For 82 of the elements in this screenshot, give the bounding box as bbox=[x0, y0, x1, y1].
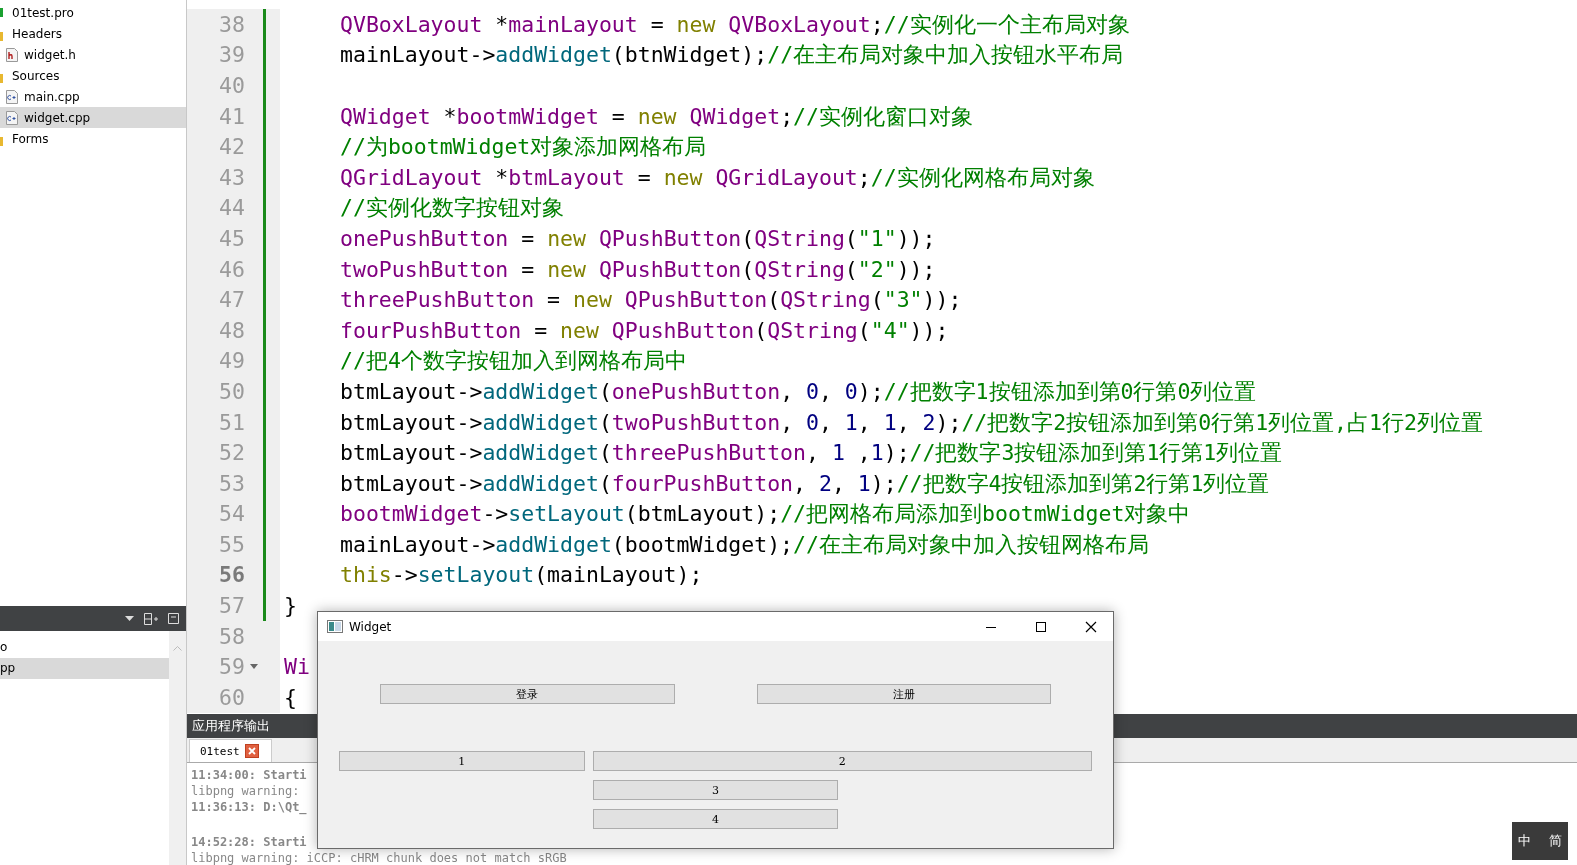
code-line: QGridLayout *btmLayout = new QGridLayout;//实例化网格布局对象 bbox=[340, 163, 1095, 192]
push-button[interactable]: 登录 bbox=[380, 684, 675, 704]
line-number: 44 bbox=[218, 195, 245, 221]
code-line: fourPushButton = new QPushButton(QString("4")); bbox=[340, 317, 949, 343]
code-line: } bbox=[284, 593, 297, 619]
line-number: 60 bbox=[218, 684, 245, 710]
code-line: threePushButton = new QPushButton(QString("3")); bbox=[340, 287, 962, 313]
pane-title: 应用程序输出 bbox=[192, 717, 270, 735]
code-line: btmLayout->addWidget(fourPushButton, 2, 1);//把数字4按钮添加到第2行第1列位置 bbox=[340, 469, 1270, 498]
line-number: 43 bbox=[218, 164, 245, 190]
dropdown-caret-icon[interactable] bbox=[125, 616, 134, 621]
number-button[interactable]: 1 bbox=[339, 751, 585, 771]
line-number: 52 bbox=[218, 440, 245, 466]
code-line: { bbox=[284, 684, 297, 710]
number-button[interactable]: 4 bbox=[592, 809, 839, 829]
number-button[interactable]: 3 bbox=[592, 780, 839, 800]
code-line: Wi bbox=[284, 654, 310, 680]
line-number: 45 bbox=[218, 225, 245, 251]
log-line: libpng warning: bbox=[191, 783, 300, 799]
line-number: 48 bbox=[218, 317, 245, 343]
window-title: Widget bbox=[349, 619, 392, 634]
log-line: libpng warning: iCCP: cHRM chunk does not match sRGB bbox=[191, 850, 567, 865]
code-line: QWidget *bootmWidget = new QWidget;//实例化窗口对象 bbox=[340, 102, 973, 131]
tree-item[interactable]: 01test.pro bbox=[0, 2, 186, 23]
line-number: 41 bbox=[218, 103, 245, 129]
open-document-item[interactable]: o bbox=[0, 637, 169, 658]
tree-item[interactable]: Headers bbox=[0, 23, 186, 44]
folder-icon bbox=[0, 32, 3, 41]
cpp-file-icon bbox=[6, 110, 18, 125]
line-number: 42 bbox=[218, 134, 245, 160]
close-pane-icon[interactable] bbox=[168, 613, 179, 624]
header-file-icon bbox=[6, 47, 18, 62]
code-line: mainLayout->addWidget(bootmWidget);//在主布局对象中加入按钮网格布局 bbox=[340, 530, 1149, 559]
code-line: //把4个数字按钮加入到网格布局中 bbox=[340, 347, 687, 376]
project-icon bbox=[0, 8, 3, 17]
line-number: 54 bbox=[218, 501, 245, 527]
output-tab[interactable]: 01test bbox=[189, 739, 272, 762]
line-number: 46 bbox=[218, 256, 245, 282]
code-line: btmLayout->addWidget(onePushButton, 0, 0);//把数字1按钮添加到第0行第0列位置 bbox=[340, 377, 1257, 406]
app-icon bbox=[327, 620, 343, 633]
line-number: 47 bbox=[218, 287, 245, 313]
code-line: QVBoxLayout *mainLayout = new QVBoxLayout;//实例化一个主布局对象 bbox=[340, 10, 1130, 39]
code-line: //实例化数字按钮对象 bbox=[340, 194, 564, 223]
line-number: 49 bbox=[218, 348, 245, 374]
code-line: bootmWidget->setLayout(btmLayout);//把网格布局添加到bootmWidget对象中 bbox=[340, 500, 1191, 529]
code-line: twoPushButton = new QPushButton(QString("2")); bbox=[340, 256, 936, 282]
open-document-item[interactable]: pp bbox=[0, 658, 169, 679]
code-line: mainLayout->addWidget(btnWidget);//在主布局对象中加入按钮水平布局 bbox=[340, 41, 1124, 70]
split-icon[interactable] bbox=[144, 612, 158, 625]
folder-icon bbox=[0, 137, 3, 146]
code-line: //为bootmWidget对象添加网格布局 bbox=[340, 133, 707, 162]
tree-item[interactable]: Forms bbox=[0, 128, 186, 149]
line-number: 39 bbox=[218, 42, 245, 68]
cpp-file-icon bbox=[6, 89, 18, 104]
maximize-icon[interactable] bbox=[1035, 620, 1047, 633]
line-number: 38 bbox=[218, 11, 245, 37]
ime-indicator[interactable]: 中 简 bbox=[1512, 822, 1568, 860]
log-line: 11:36:13: D:\Qt_ bbox=[191, 799, 307, 815]
line-number: 51 bbox=[218, 409, 245, 435]
tree-item[interactable]: widget.cpp bbox=[0, 107, 186, 128]
line-number: 50 bbox=[218, 378, 245, 404]
line-number: 59 bbox=[218, 654, 245, 680]
line-number: 40 bbox=[218, 73, 245, 98]
log-line: 11:34:00: Starti bbox=[191, 767, 307, 783]
code-line: onePushButton = new QPushButton(QString("1")); bbox=[340, 225, 936, 251]
fold-arrow-icon[interactable] bbox=[250, 664, 258, 670]
tree-item[interactable]: widget.h bbox=[0, 44, 186, 65]
code-line: btmLayout->addWidget(threePushButton, 1 ,1);//把数字3按钮添加到第1行第1列位置 bbox=[340, 439, 1283, 468]
folder-icon bbox=[0, 74, 3, 83]
line-number: 53 bbox=[218, 470, 245, 496]
log-line: 14:52:28: Starti bbox=[191, 834, 307, 850]
line-number: 58 bbox=[218, 623, 245, 649]
code-line: this->setLayout(mainLayout); bbox=[340, 562, 703, 588]
line-number: 55 bbox=[218, 531, 245, 557]
line-number: 56 bbox=[218, 562, 245, 588]
push-button[interactable]: 注册 bbox=[756, 684, 1051, 704]
code-line: btmLayout->addWidget(twoPushButton, 0, 1, 1, 2);//把数字2按钮添加到第0行第1列位置,占1行2列位置 bbox=[340, 408, 1483, 437]
tree-item[interactable]: Sources bbox=[0, 65, 186, 86]
number-button[interactable]: 2 bbox=[592, 751, 1092, 771]
line-number: 57 bbox=[218, 593, 245, 619]
tree-item[interactable]: main.cpp bbox=[0, 86, 186, 107]
close-icon[interactable] bbox=[1085, 620, 1097, 633]
